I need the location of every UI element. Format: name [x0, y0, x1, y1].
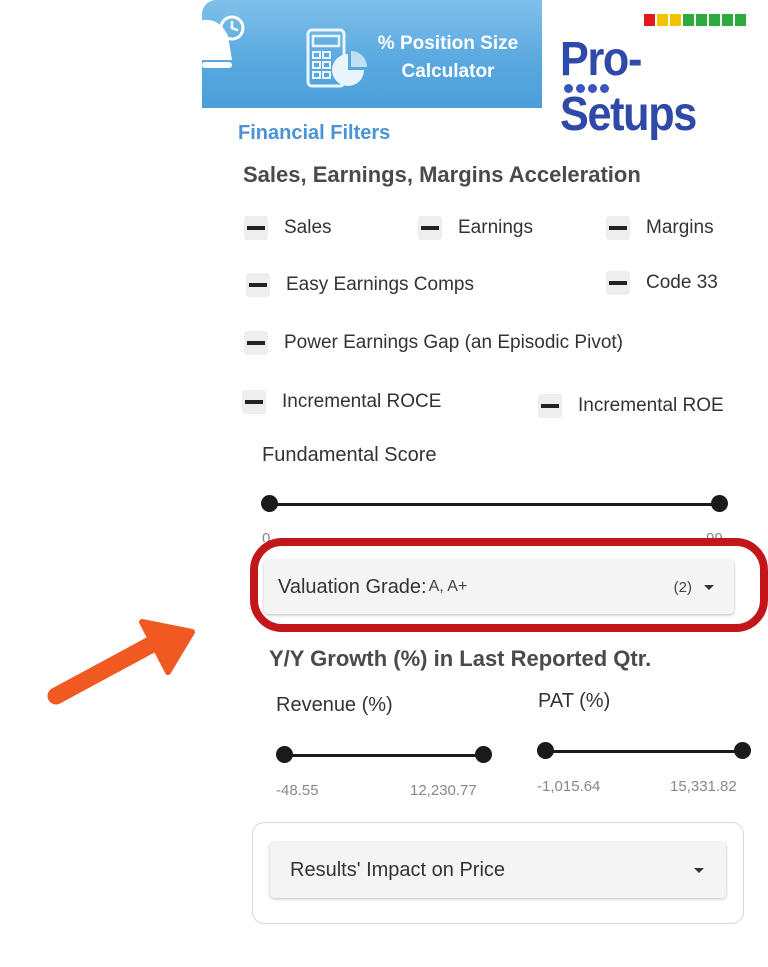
- signal-bar: [696, 14, 707, 26]
- signal-bar: [722, 14, 733, 26]
- calculator-title-line1: % Position Size: [377, 33, 519, 54]
- pat-max-handle[interactable]: [734, 742, 751, 759]
- chevron-down-icon: [694, 867, 704, 873]
- growth-heading: Y/Y Growth (%) in Last Reported Qtr.: [269, 646, 652, 671]
- fundamental-score-track[interactable]: [269, 503, 720, 506]
- minus-icon: [606, 271, 630, 295]
- results-impact-select[interactable]: Results' Impact on Price: [270, 842, 726, 898]
- incremental-roe-toggle[interactable]: Incremental ROE: [538, 394, 724, 418]
- earnings-label: Earnings: [458, 217, 533, 238]
- incremental-roce-label: Incremental ROCE: [282, 391, 442, 412]
- minus-icon: [244, 331, 268, 355]
- signal-bar: [657, 14, 668, 26]
- signal-bar: [644, 14, 655, 26]
- position-size-calculator-banner[interactable]: % Position Size Calculator: [202, 0, 542, 108]
- easy-earnings-comps-toggle[interactable]: Easy Earnings Comps: [246, 273, 474, 297]
- signal-bar: [735, 14, 746, 26]
- minus-icon: [242, 390, 266, 414]
- acceleration-heading: Sales, Earnings, Margins Acceleration: [243, 162, 641, 187]
- pro-setups-logo[interactable]: Pro-Setups: [542, 0, 768, 141]
- revenue-min-value: -48.55: [276, 782, 319, 799]
- minus-icon: [418, 216, 442, 240]
- revenue-track[interactable]: [284, 754, 484, 757]
- revenue-min-handle[interactable]: [276, 746, 293, 763]
- fundamental-score-min-handle[interactable]: [261, 495, 278, 512]
- incremental-roce-toggle[interactable]: Incremental ROCE: [242, 390, 441, 414]
- signal-bar: [709, 14, 720, 26]
- power-earnings-gap-label: Power Earnings Gap (an Episodic Pivot): [284, 332, 623, 353]
- signal-bars-icon: [644, 14, 746, 26]
- calculator-icon: [306, 28, 367, 88]
- minus-icon: [606, 216, 630, 240]
- incremental-roe-label: Incremental ROE: [578, 395, 724, 416]
- results-impact-label: Results' Impact on Price: [290, 858, 506, 881]
- fundamental-score-label: Fundamental Score: [262, 444, 437, 466]
- calculator-title: % Position Size Calculator: [368, 30, 528, 86]
- pat-label: PAT (%): [538, 690, 611, 712]
- signal-bar: [683, 14, 694, 26]
- minus-icon: [246, 273, 270, 297]
- power-earnings-gap-toggle[interactable]: Power Earnings Gap (an Episodic Pivot): [244, 331, 623, 355]
- alarm-bell-icon: [202, 15, 245, 68]
- financial-filters-title: Financial Filters: [238, 122, 391, 144]
- code-33-label: Code 33: [646, 272, 718, 293]
- brand-dots-icon: [564, 84, 609, 93]
- fundamental-score-max-handle[interactable]: [711, 495, 728, 512]
- minus-icon: [244, 216, 268, 240]
- revenue-max-value: 12,230.77: [410, 782, 477, 799]
- sales-label: Sales: [284, 217, 332, 238]
- revenue-max-handle[interactable]: [475, 746, 492, 763]
- minus-icon: [538, 394, 562, 418]
- pat-min-value: -1,015.64: [537, 778, 601, 795]
- earnings-toggle[interactable]: Earnings: [418, 216, 533, 240]
- header-banner: % Position Size Calculator Pro-Setups: [202, 0, 768, 141]
- calculator-title-line2: Calculator: [401, 61, 495, 82]
- revenue-label: Revenue (%): [276, 694, 393, 716]
- pat-track[interactable]: [545, 750, 743, 753]
- pat-max-value: 15,331.82: [670, 778, 737, 795]
- pat-min-handle[interactable]: [537, 742, 554, 759]
- pointer-arrow-icon: [47, 619, 195, 705]
- sales-toggle[interactable]: Sales: [244, 216, 332, 240]
- margins-toggle[interactable]: Margins: [606, 216, 714, 240]
- easy-earnings-comps-label: Easy Earnings Comps: [286, 274, 474, 295]
- code-33-toggle[interactable]: Code 33: [606, 271, 718, 295]
- signal-bar: [670, 14, 681, 26]
- margins-label: Margins: [646, 217, 714, 238]
- highlight-circle: [250, 538, 768, 632]
